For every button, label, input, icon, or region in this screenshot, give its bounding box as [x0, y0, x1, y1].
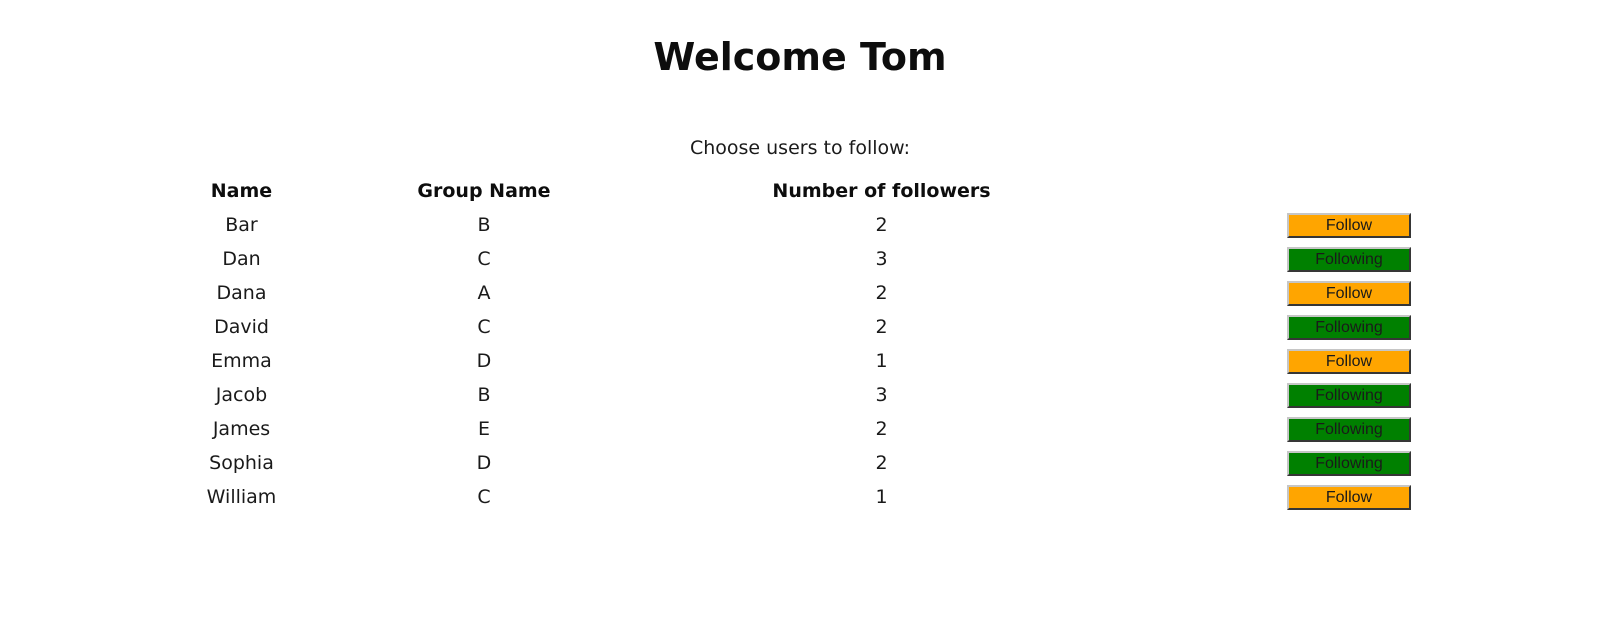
action-cell: Following	[1139, 412, 1559, 446]
table-row: James E 2 Following	[139, 412, 1559, 446]
users-table: Name Group Name Number of followers Bar …	[139, 174, 1559, 514]
user-name-cell: Bar	[225, 214, 258, 236]
table-row: Sophia D 2 Following	[139, 446, 1559, 480]
following-button[interactable]: Following	[1287, 382, 1411, 408]
following-button[interactable]: Following	[1287, 314, 1411, 340]
followers-count-cell: 2	[875, 452, 888, 474]
action-cell: Follow	[1139, 276, 1559, 310]
group-name-cell: B	[477, 384, 491, 406]
followers-count-cell: 2	[875, 282, 888, 304]
users-table-body: Bar B 2 Follow Dan C 3 Following Dana A …	[139, 208, 1559, 514]
table-row: Dana A 2 Follow	[139, 276, 1559, 310]
column-header-group-name: Group Name	[417, 180, 551, 202]
table-row: David C 2 Following	[139, 310, 1559, 344]
action-cell: Following	[1139, 378, 1559, 412]
followers-count-cell: 1	[875, 350, 888, 372]
header-row: Name Group Name Number of followers	[139, 174, 1559, 208]
table-row: Jacob B 3 Following	[139, 378, 1559, 412]
follow-button[interactable]: Follow	[1287, 348, 1411, 374]
action-cell: Follow	[1139, 344, 1559, 378]
column-header-number-of-followers: Number of followers	[772, 180, 991, 202]
group-name-cell: C	[477, 248, 491, 270]
table-row: Dan C 3 Following	[139, 242, 1559, 276]
page-subtitle: Choose users to follow:	[689, 137, 911, 159]
followers-count-cell: 3	[875, 248, 888, 270]
group-name-cell: D	[476, 350, 492, 372]
followers-count-cell: 3	[875, 384, 888, 406]
group-name-cell: E	[477, 418, 490, 440]
column-header-action	[1139, 174, 1559, 208]
group-name-cell: C	[477, 486, 491, 508]
followers-count-cell: 2	[875, 214, 888, 236]
user-name-cell: Sophia	[209, 452, 274, 474]
table-row: Emma D 1 Follow	[139, 344, 1559, 378]
table-row: Bar B 2 Follow	[139, 208, 1559, 242]
user-name-cell: David	[214, 316, 269, 338]
action-cell: Follow	[1139, 480, 1559, 514]
user-name-cell: Dan	[222, 248, 261, 270]
user-name-cell: Emma	[211, 350, 272, 372]
user-name-cell: William	[206, 486, 277, 508]
table-row: William C 1 Follow	[139, 480, 1559, 514]
followers-count-cell: 2	[875, 418, 888, 440]
user-name-cell: James	[212, 418, 271, 440]
group-name-cell: D	[476, 452, 492, 474]
follow-button[interactable]: Follow	[1287, 212, 1411, 238]
following-button[interactable]: Following	[1287, 246, 1411, 272]
followers-count-cell: 1	[875, 486, 888, 508]
action-cell: Following	[1139, 310, 1559, 344]
action-cell: Following	[1139, 242, 1559, 276]
action-cell: Following	[1139, 446, 1559, 480]
following-button[interactable]: Following	[1287, 450, 1411, 476]
users-table-header: Name Group Name Number of followers	[139, 174, 1559, 208]
followers-count-cell: 2	[875, 316, 888, 338]
group-name-cell: C	[477, 316, 491, 338]
follow-button[interactable]: Follow	[1287, 484, 1411, 510]
group-name-cell: A	[477, 282, 491, 304]
following-button[interactable]: Following	[1287, 416, 1411, 442]
follow-button[interactable]: Follow	[1287, 280, 1411, 306]
column-header-name: Name	[210, 180, 273, 202]
user-name-cell: Dana	[216, 282, 267, 304]
user-name-cell: Jacob	[215, 384, 268, 406]
action-cell: Follow	[1139, 208, 1559, 242]
group-name-cell: B	[477, 214, 491, 236]
page-title: Welcome Tom	[653, 35, 947, 79]
